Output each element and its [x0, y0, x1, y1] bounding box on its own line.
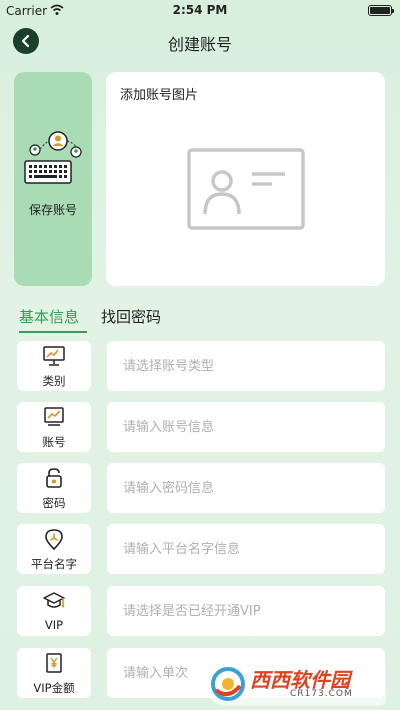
tab-basic-info[interactable]: 基本信息	[19, 306, 79, 327]
password-input[interactable]	[107, 463, 385, 513]
save-account-label: 保存账号	[28, 203, 77, 217]
add-photo-card[interactable]: 添加账号图片	[106, 72, 385, 286]
battery-icon	[368, 5, 394, 16]
id-card-icon	[187, 148, 305, 230]
account-icon-box[interactable]: 账号	[17, 402, 91, 452]
save-account-button[interactable]: 保存账号	[14, 72, 92, 286]
account-label: 账号	[42, 435, 66, 449]
category-select[interactable]	[107, 341, 385, 391]
platform-icon-box[interactable]: 平台名字	[17, 524, 91, 574]
active-tab-indicator	[19, 331, 87, 333]
form-row-password: 密码	[17, 463, 385, 513]
status-time: 2:54 PM	[172, 3, 228, 17]
lock-icon	[46, 468, 62, 488]
vip-amount-icon-box[interactable]: VIP金额	[17, 648, 91, 698]
category-icon-box[interactable]: 类别	[17, 341, 91, 391]
swirl-logo-icon	[211, 667, 245, 701]
account-keyboard-icon	[24, 131, 82, 184]
watermark-url: CR173.COM	[290, 689, 353, 699]
nav-bar: 创建账号	[0, 22, 400, 62]
status-bar: Carrier 2:54 PM	[0, 0, 400, 22]
form-row-account: 账号	[17, 402, 385, 452]
add-photo-title: 添加账号图片	[120, 88, 199, 103]
tab-recover-password[interactable]: 找回密码	[101, 306, 161, 327]
watermark-logo: 西西软件园 CR173.COM	[206, 662, 386, 706]
category-label: 类别	[42, 374, 66, 388]
vip-amount-label: VIP金额	[33, 681, 75, 695]
password-icon-box[interactable]: 密码	[17, 463, 91, 513]
platform-label: 平台名字	[31, 557, 77, 571]
account-input[interactable]	[107, 402, 385, 452]
platform-input[interactable]	[107, 524, 385, 574]
vip-icon-box[interactable]: VIP	[17, 586, 91, 636]
vip-select[interactable]	[107, 586, 385, 636]
form-row-platform: 平台名字	[17, 524, 385, 574]
form-row-category: 类别	[17, 341, 385, 391]
password-label: 密码	[42, 496, 66, 510]
vip-label: VIP	[44, 618, 64, 632]
monitor-chart-icon	[43, 346, 65, 366]
graduation-cap-icon	[43, 592, 65, 608]
chart-frame-icon	[44, 407, 64, 426]
location-pin-icon	[45, 529, 63, 550]
form-row-vip: VIP	[17, 586, 385, 636]
yen-note-icon	[46, 653, 62, 673]
page-title: 创建账号	[167, 35, 232, 54]
